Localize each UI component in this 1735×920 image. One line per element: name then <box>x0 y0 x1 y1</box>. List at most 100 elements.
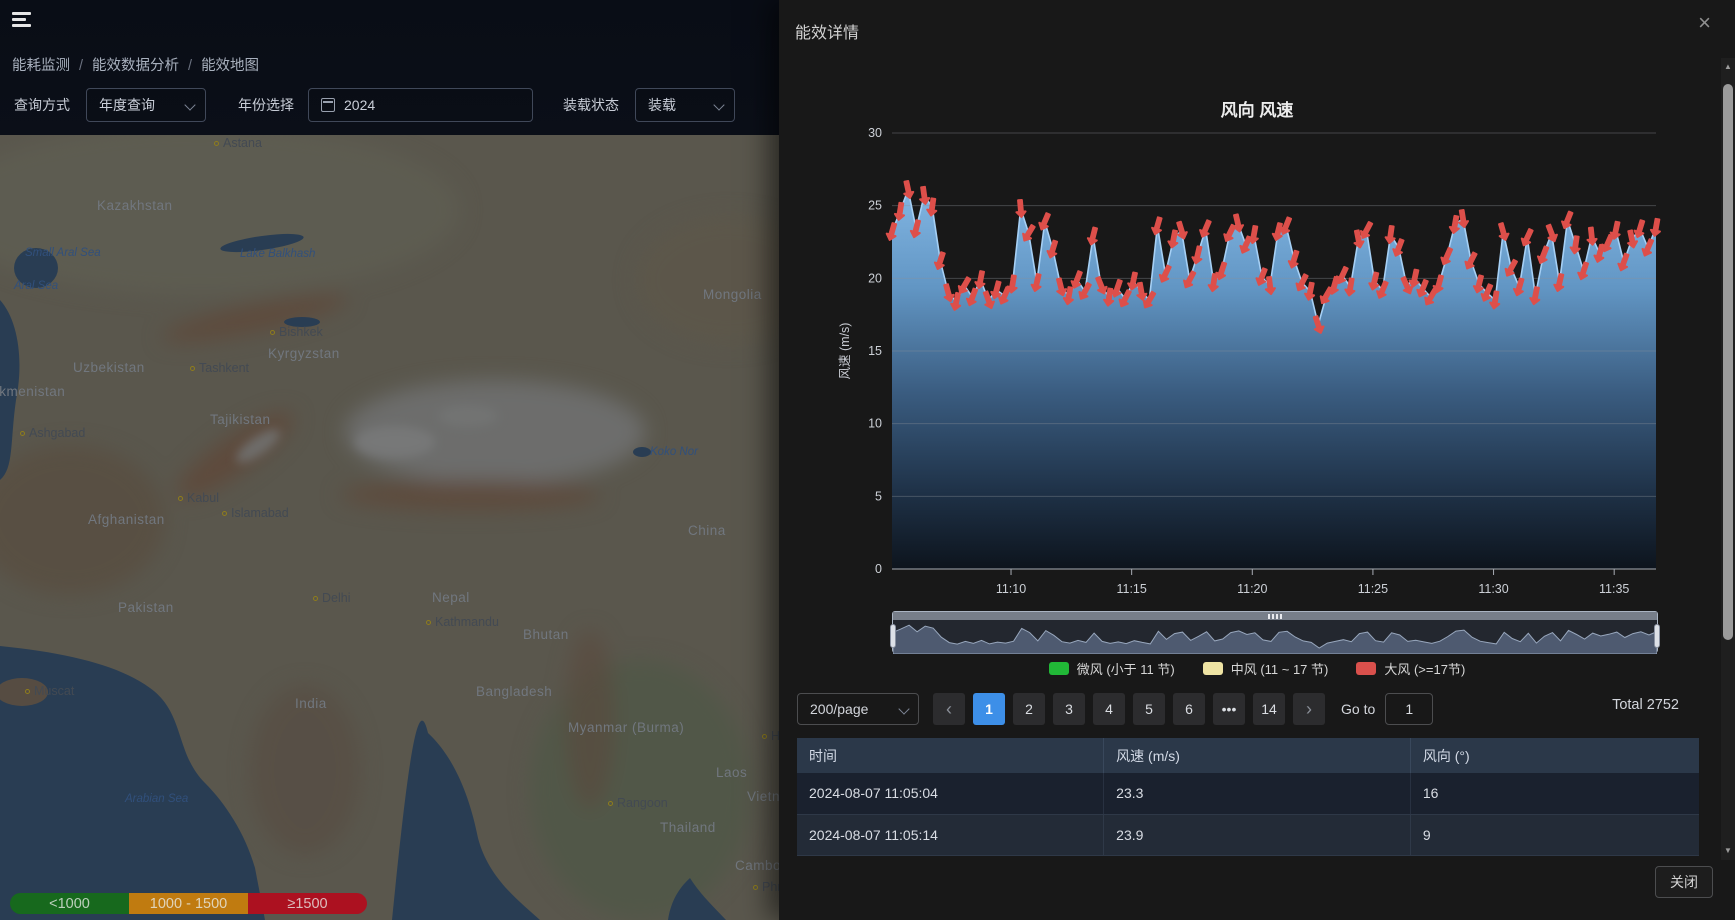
legend-swatch-icon <box>1203 662 1223 675</box>
map-label-water: Small Aral Sea <box>25 247 101 259</box>
chevron-down-icon <box>713 99 724 110</box>
map-label-city: Tashkent <box>190 361 249 375</box>
scroll-up-icon[interactable]: ▲ <box>1721 60 1735 74</box>
map-label-country: Tajikistan <box>210 412 271 427</box>
breadcrumb: 能耗监测 / 能效数据分析 / 能效地图 <box>12 54 259 75</box>
page-button[interactable]: 3 <box>1053 693 1085 725</box>
map-label-country: Afghanistan <box>88 512 165 527</box>
year-value: 2024 <box>344 97 375 113</box>
breadcrumb-item[interactable]: 能效地图 <box>201 58 259 74</box>
page-button[interactable]: 6 <box>1173 693 1205 725</box>
datazoom-preview <box>893 620 1657 654</box>
legend-item[interactable]: 大风 (>=17节) <box>1356 659 1465 678</box>
load-status-select[interactable]: 装载 <box>635 88 735 122</box>
svg-text:20: 20 <box>868 271 882 285</box>
datazoom-right-handle[interactable] <box>1654 624 1660 648</box>
scrollbar-thumb[interactable] <box>1723 84 1733 640</box>
breadcrumb-item[interactable]: 能效数据分析 <box>92 58 179 74</box>
city-dot-icon <box>190 366 195 371</box>
map-label-country: Kazakhstan <box>97 198 173 213</box>
city-dot-icon <box>222 511 227 516</box>
map-label-water: Lake Balkhash <box>240 248 315 260</box>
next-page-button[interactable]: › <box>1293 693 1325 725</box>
map-legend-segment: <1000 <box>10 893 129 914</box>
city-dot-icon <box>762 734 767 739</box>
map-label-country: Uzbekistan <box>73 360 145 375</box>
map-label-city: Astana <box>214 136 262 150</box>
load-status-value: 装载 <box>648 95 676 115</box>
breadcrumb-item[interactable]: 能耗监测 <box>12 58 70 74</box>
map-label-country: Turkmenistan <box>0 384 65 399</box>
page-button[interactable]: 2 <box>1013 693 1045 725</box>
drawer-title: 能效详情 <box>795 19 859 43</box>
table-cell: 2024-08-07 11:05:04 <box>797 773 1104 814</box>
close-button[interactable]: 关闭 <box>1655 866 1713 898</box>
menu-toggle-icon[interactable] <box>12 12 34 30</box>
page-button[interactable]: 1 <box>973 693 1005 725</box>
legend-swatch-icon <box>1356 662 1376 675</box>
legend-item[interactable]: 微风 (小于 11 节) <box>1049 659 1175 678</box>
goto-page-input[interactable] <box>1385 693 1433 725</box>
pagination: 200/page ‹123456•••14› Go to <box>797 692 1679 726</box>
page-button[interactable]: 5 <box>1133 693 1165 725</box>
page-ellipsis[interactable]: ••• <box>1213 693 1245 725</box>
query-mode-select[interactable]: 年度查询 <box>86 88 206 122</box>
datazoom-scroll-bar[interactable] <box>893 612 1657 620</box>
map-legend: <10001000 - 1500≥1500 <box>10 893 367 914</box>
map-label-water: Arabian Sea <box>125 793 188 805</box>
city-dot-icon <box>608 801 613 806</box>
calendar-icon <box>321 98 335 112</box>
breadcrumb-separator: / <box>79 58 83 74</box>
city-dot-icon <box>178 496 183 501</box>
map-label-city: Rangoon <box>608 796 668 810</box>
legend-label: 中风 (11 ~ 17 节) <box>1231 659 1329 678</box>
city-dot-icon <box>214 141 219 146</box>
map-label-country: Mongolia <box>703 287 762 302</box>
chevron-down-icon <box>898 703 909 714</box>
total-count: Total 2752 <box>1612 697 1679 713</box>
energy-map[interactable]: Astana Kazakhstan Small Aral Sea Aral Sea La… <box>0 135 779 920</box>
year-select-label: 年份选择 <box>238 88 294 122</box>
map-label-city: Ashgabad <box>20 426 85 440</box>
close-icon[interactable]: × <box>1698 12 1711 34</box>
svg-text:0: 0 <box>875 562 882 576</box>
legend-item[interactable]: 中风 (11 ~ 17 节) <box>1203 659 1329 678</box>
wind-data-table: 时间风速 (m/s)风向 (°) 2024-08-07 11:05:0423.3… <box>797 738 1699 856</box>
datazoom-left-handle[interactable] <box>890 624 896 648</box>
svg-text:5: 5 <box>875 489 882 503</box>
table-cell: 23.3 <box>1104 773 1411 814</box>
breadcrumb-separator: / <box>188 58 192 74</box>
page-size-select[interactable]: 200/page <box>797 693 919 725</box>
table-header-cell: 风向 (°) <box>1410 738 1699 773</box>
map-label-city: Muscat <box>25 684 74 698</box>
map-label-city: Delhi <box>313 591 351 605</box>
page-button[interactable]: 4 <box>1093 693 1125 725</box>
map-label-country: China <box>688 523 726 538</box>
page-button[interactable]: 14 <box>1253 693 1285 725</box>
datazoom-slider[interactable] <box>892 611 1658 653</box>
table-cell: 9 <box>1410 814 1699 855</box>
legend-label: 大风 (>=17节) <box>1384 659 1465 678</box>
svg-text:11:15: 11:15 <box>1116 582 1146 595</box>
legend-label: 微风 (小于 11 节) <box>1077 659 1175 678</box>
prev-page-button[interactable]: ‹ <box>933 693 965 725</box>
city-dot-icon <box>270 330 275 335</box>
datazoom-grip-icon <box>1268 614 1282 619</box>
table-row: 2024-08-07 11:05:1423.99 <box>797 814 1699 855</box>
chart-title: 风向 风速 <box>779 96 1735 121</box>
year-date-input[interactable]: 2024 <box>308 88 533 122</box>
map-label-city: Hanoi <box>762 729 779 743</box>
query-mode-value: 年度查询 <box>99 95 155 115</box>
svg-text:15: 15 <box>868 344 882 358</box>
map-label-water: Aral Sea <box>14 280 58 292</box>
wind-chart: 05101520253011:1011:1511:2011:2511:3011:… <box>779 120 1735 595</box>
scroll-down-icon[interactable]: ▼ <box>1721 844 1735 858</box>
table-row: 2024-08-07 11:05:0423.316 <box>797 773 1699 814</box>
map-label-country: Thailand <box>660 820 716 835</box>
svg-text:风速 (m/s): 风速 (m/s) <box>838 323 852 380</box>
map-label-country: India <box>295 696 327 711</box>
map-label-country: Pakistan <box>118 600 174 615</box>
legend-swatch-icon <box>1049 662 1069 675</box>
map-label-city: Bishkek <box>270 325 323 339</box>
map-label-country: Nepal <box>432 590 470 605</box>
